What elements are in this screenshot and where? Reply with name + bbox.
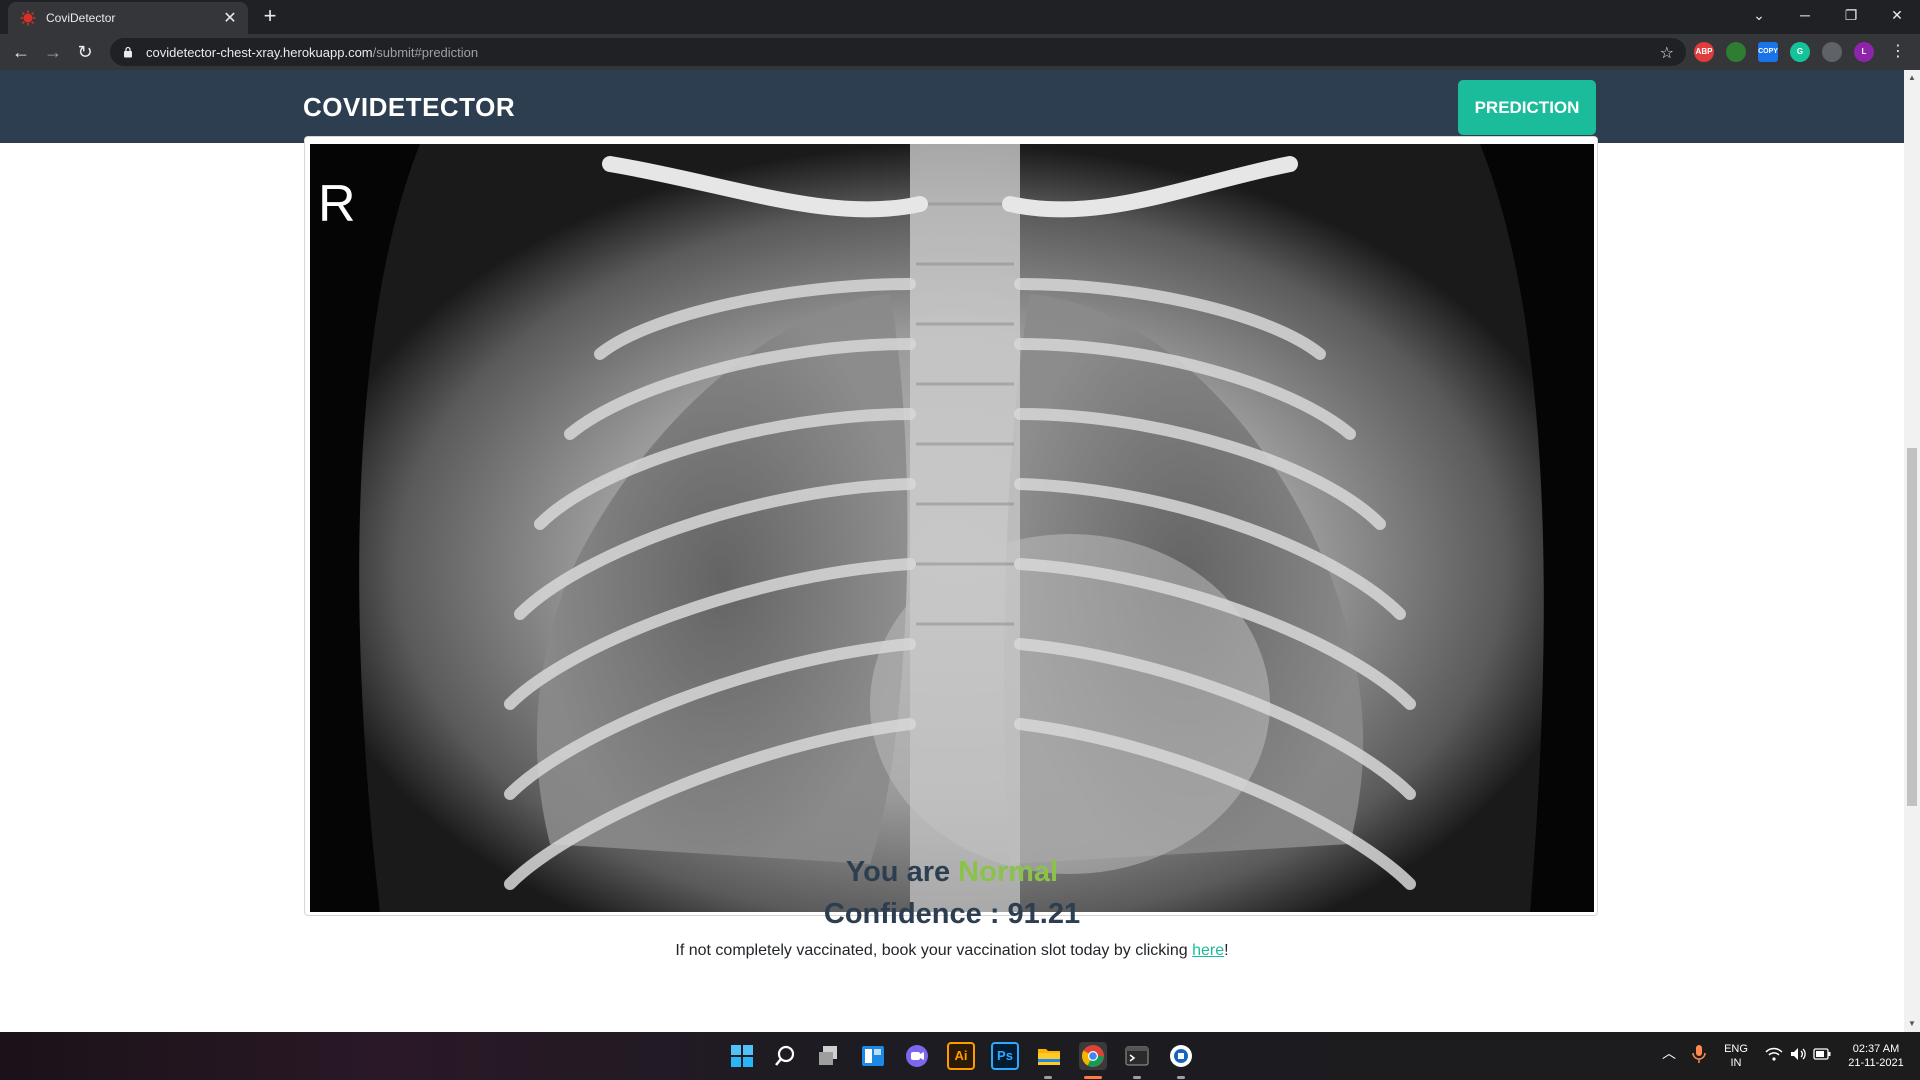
vaccination-link[interactable]: here <box>1192 942 1224 959</box>
address-bar[interactable]: covidetector-chest-xray.herokuapp.com/su… <box>110 38 1686 66</box>
clock-time: 02:37 AM <box>1852 1043 1900 1055</box>
scroll-down-icon[interactable]: ▼ <box>1904 1016 1920 1032</box>
start-icon[interactable] <box>728 1042 756 1070</box>
back-icon[interactable]: ← <box>9 40 33 64</box>
grammarly-icon[interactable]: G <box>1790 42 1810 62</box>
menu-kebab-icon[interactable]: ⋮ <box>1886 40 1910 64</box>
clock[interactable]: 02:37 AM 21-11-2021 <box>1838 1042 1914 1070</box>
url-host: covidetector-chest-xray.herokuapp.com <box>146 44 373 60</box>
lock-icon <box>124 46 132 58</box>
tab-close-icon[interactable]: ✕ <box>222 8 238 28</box>
site-brand[interactable]: COVIDETECTOR <box>303 92 515 123</box>
app-icon[interactable] <box>1167 1042 1195 1070</box>
new-tab-icon[interactable]: + <box>258 4 282 28</box>
language-indicator[interactable]: ENG IN <box>1721 1042 1751 1070</box>
xray-side-marker: R <box>318 175 356 233</box>
vaccination-notice: If not completely vaccinated, book your … <box>0 942 1904 960</box>
terminal-running-indicator <box>1133 1076 1141 1079</box>
teams-chat-icon[interactable] <box>903 1042 931 1070</box>
page-scrollbar[interactable]: ▲ ▼ <box>1904 70 1920 1032</box>
search-icon[interactable] <box>771 1042 799 1070</box>
tab-title: CoviDetector <box>46 11 116 25</box>
chrome-icon[interactable] <box>1079 1042 1107 1070</box>
browser-tab[interactable]: CoviDetector ✕ <box>8 2 248 34</box>
bookmark-star-icon[interactable]: ☆ <box>1660 43 1674 63</box>
microphone-icon[interactable] <box>1692 1044 1706 1068</box>
tray-overflow-icon[interactable]: ︿ <box>1662 1046 1676 1060</box>
terminal-icon[interactable] <box>1123 1042 1151 1070</box>
virus-favicon-icon <box>20 10 36 26</box>
tab-search-icon[interactable]: ⌄ <box>1736 0 1782 30</box>
prediction-button[interactable]: PREDICTION <box>1458 80 1596 135</box>
explorer-running-indicator <box>1044 1076 1052 1079</box>
puzzle-extensions-icon[interactable] <box>1822 42 1842 62</box>
restore-icon[interactable]: ❐ <box>1828 0 1874 30</box>
scrollbar-thumb[interactable] <box>1907 448 1917 806</box>
page-viewport: COVIDETECTOR PREDICTION R You are Normal… <box>0 70 1904 1032</box>
browser-toolbar: ← → ↻ covidetector-chest-xray.herokuapp.… <box>0 34 1920 70</box>
result-status: Normal <box>958 856 1059 888</box>
chrome-active-indicator <box>1084 1076 1102 1079</box>
confidence-line: Confidence : 91.21 <box>823 898 1081 930</box>
vax-suffix: ! <box>1224 942 1229 959</box>
photoshop-icon[interactable]: Ps <box>991 1042 1019 1070</box>
forward-icon[interactable]: → <box>41 40 65 64</box>
hangouts-icon[interactable] <box>1726 42 1746 62</box>
profile-avatar[interactable]: L <box>1854 42 1874 62</box>
battery-icon[interactable] <box>1812 1047 1832 1065</box>
wifi-icon[interactable] <box>1764 1046 1784 1066</box>
result-line: You are Normal <box>0 856 1904 889</box>
clock-date: 21-11-2021 <box>1848 1057 1904 1069</box>
windows-taskbar: Ai Ps ︿ ENG IN 02:37 AM 21-11-2021 <box>0 1032 1920 1080</box>
volume-icon[interactable] <box>1788 1046 1808 1066</box>
language-code: ENG <box>1724 1043 1748 1055</box>
url-path: /submit#prediction <box>372 44 479 60</box>
window-close-icon[interactable]: ✕ <box>1874 0 1920 30</box>
site-navbar: COVIDETECTOR PREDICTION <box>0 70 1904 143</box>
app-running-indicator <box>1177 1076 1185 1079</box>
file-explorer-icon[interactable] <box>1035 1042 1063 1070</box>
scroll-up-icon[interactable]: ▲ <box>1904 70 1920 86</box>
copy-extension-icon[interactable]: COPY <box>1758 42 1778 62</box>
reload-icon[interactable]: ↻ <box>73 40 97 64</box>
chest-xray-image: R <box>310 144 1594 912</box>
task-view-icon[interactable] <box>815 1042 843 1070</box>
tab-strip: CoviDetector ✕ + ⌄ ─ ❐ ✕ <box>0 0 1920 34</box>
result-prefix: You are <box>845 856 959 888</box>
vax-text: If not completely vaccinated, book your … <box>675 942 1193 959</box>
region-code: IN <box>1730 1057 1742 1069</box>
illustrator-icon[interactable]: Ai <box>947 1042 975 1070</box>
adblock-plus-icon[interactable]: ABP <box>1694 42 1714 62</box>
minimize-icon[interactable]: ─ <box>1782 0 1828 30</box>
widgets-icon[interactable] <box>859 1042 887 1070</box>
